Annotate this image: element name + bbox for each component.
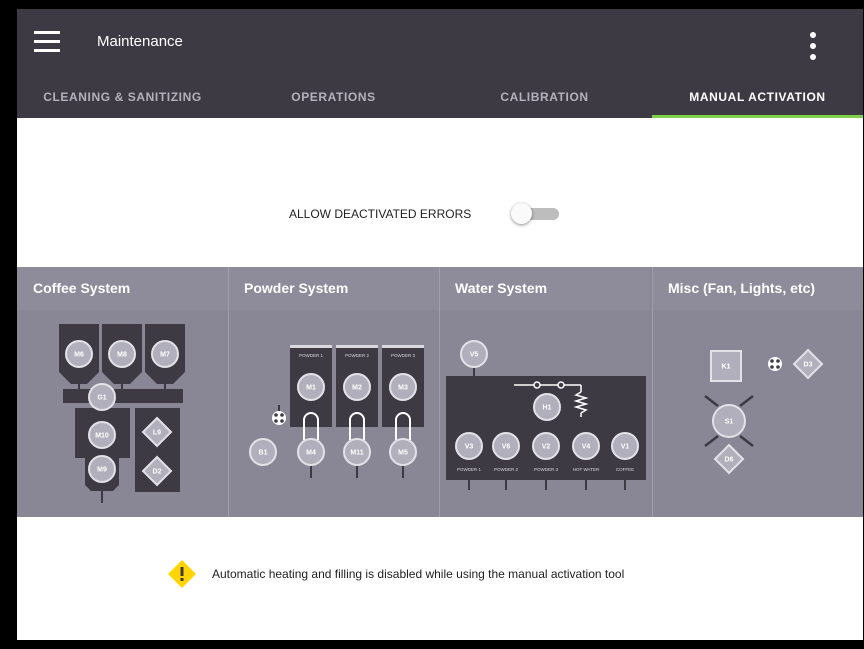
svg-text:POWDER 1: POWDER 1 xyxy=(457,467,482,472)
screen: Maintenance CLEANING & SANITIZING OPERAT… xyxy=(17,9,863,640)
svg-text:V2: V2 xyxy=(542,444,551,451)
hamburger-menu-icon[interactable] xyxy=(34,31,60,53)
svg-text:V3: V3 xyxy=(465,444,474,451)
svg-text:M9: M9 xyxy=(97,467,107,474)
tab-calibration[interactable]: CALIBRATION xyxy=(439,90,650,104)
svg-text:V1: V1 xyxy=(621,444,630,451)
svg-text:B1: B1 xyxy=(259,450,268,457)
svg-text:G1: G1 xyxy=(97,395,106,402)
powder-system-diagram: POWDER 1 POWDER 2 POWDER 3 M1 M2 M3 B1 M… xyxy=(249,345,424,478)
svg-text:POWDER 2: POWDER 2 xyxy=(345,353,370,358)
allow-deactivated-errors-toggle[interactable] xyxy=(511,203,563,225)
svg-text:S1: S1 xyxy=(725,419,734,426)
svg-text:M2: M2 xyxy=(352,385,362,392)
svg-text:POWDER 1: POWDER 1 xyxy=(299,353,324,358)
tab-manual-activation[interactable]: MANUAL ACTIVATION xyxy=(652,90,863,104)
svg-text:M7: M7 xyxy=(160,352,170,359)
svg-text:M1: M1 xyxy=(306,385,316,392)
svg-text:M3: M3 xyxy=(398,385,408,392)
svg-text:H1: H1 xyxy=(543,405,552,412)
panel-divider xyxy=(228,267,229,517)
svg-text:D6: D6 xyxy=(725,457,734,464)
warning-icon xyxy=(168,560,196,588)
svg-text:L9: L9 xyxy=(153,430,161,437)
svg-text:M5: M5 xyxy=(398,450,408,457)
coffee-system-diagram: M6 M8 M7 G1 M10 L9 M9 D2 xyxy=(59,324,185,503)
svg-text:M8: M8 xyxy=(117,352,127,359)
toggle-label: ALLOW DEACTIVATED ERRORS xyxy=(289,207,472,221)
fan-icon xyxy=(768,357,782,371)
svg-text:HOT WATER: HOT WATER xyxy=(573,467,600,472)
powder-system-header: Powder System xyxy=(228,267,439,310)
misc-system-diagram: K1 D3 S1 D6 xyxy=(704,348,824,475)
warning-text: Automatic heating and filling is disable… xyxy=(212,567,625,581)
svg-text:M10: M10 xyxy=(95,433,109,440)
panel-divider xyxy=(652,267,653,517)
water-system-header: Water System xyxy=(439,267,650,310)
tab-cleaning-sanitizing[interactable]: CLEANING & SANITIZING xyxy=(17,90,228,104)
svg-text:V4: V4 xyxy=(582,444,591,451)
water-system-title: Water System xyxy=(455,280,548,296)
warning-banner: Automatic heating and filling is disable… xyxy=(167,559,624,594)
powder-system-title: Powder System xyxy=(244,280,349,296)
svg-text:COFFEE: COFFEE xyxy=(616,467,634,472)
misc-system-header: Misc (Fan, Lights, etc) xyxy=(652,267,863,310)
svg-text:POWDER 2: POWDER 2 xyxy=(494,467,519,472)
svg-text:D3: D3 xyxy=(804,362,813,369)
systems-panel: Coffee System M6 M8 M7 G1 M10 L9 M9 D2 P… xyxy=(17,267,863,517)
svg-text:D2: D2 xyxy=(153,469,162,476)
svg-text:M4: M4 xyxy=(306,450,316,457)
svg-text:V6: V6 xyxy=(502,444,511,451)
svg-text:M6: M6 xyxy=(74,352,84,359)
tab-operations[interactable]: OPERATIONS xyxy=(228,90,439,104)
svg-text:M11: M11 xyxy=(350,450,363,457)
toggle-thumb xyxy=(511,203,532,224)
app-title: Maintenance xyxy=(97,33,183,50)
powder-system-panel[interactable]: Powder System POWDER 1 POWDER 2 POWDER 3 xyxy=(228,267,439,517)
fan-icon xyxy=(272,411,286,425)
app-bar: Maintenance CLEANING & SANITIZING OPERAT… xyxy=(17,9,863,118)
coffee-system-title: Coffee System xyxy=(33,280,131,296)
svg-text:K1: K1 xyxy=(722,364,731,371)
misc-system-title: Misc (Fan, Lights, etc) xyxy=(668,280,816,296)
coffee-system-panel[interactable]: Coffee System M6 M8 M7 G1 M10 L9 M9 D2 xyxy=(17,267,228,517)
active-tab-indicator xyxy=(652,115,863,118)
coffee-system-header: Coffee System xyxy=(17,267,228,310)
overflow-menu-icon[interactable] xyxy=(807,30,819,62)
water-system-panel[interactable]: Water System V5 H1 V3 V6 V2 V4 V1 POWDER… xyxy=(439,267,650,517)
svg-text:POWDER 3: POWDER 3 xyxy=(534,467,559,472)
svg-text:POWDER 3: POWDER 3 xyxy=(391,353,416,358)
water-system-diagram: V5 H1 V3 V6 V2 V4 V1 POWDER 1 POWDER 2 P… xyxy=(446,340,646,490)
panel-divider xyxy=(439,267,440,517)
misc-system-panel[interactable]: Misc (Fan, Lights, etc) K1 D3 S1 D6 xyxy=(652,267,863,517)
svg-text:V5: V5 xyxy=(470,352,479,359)
